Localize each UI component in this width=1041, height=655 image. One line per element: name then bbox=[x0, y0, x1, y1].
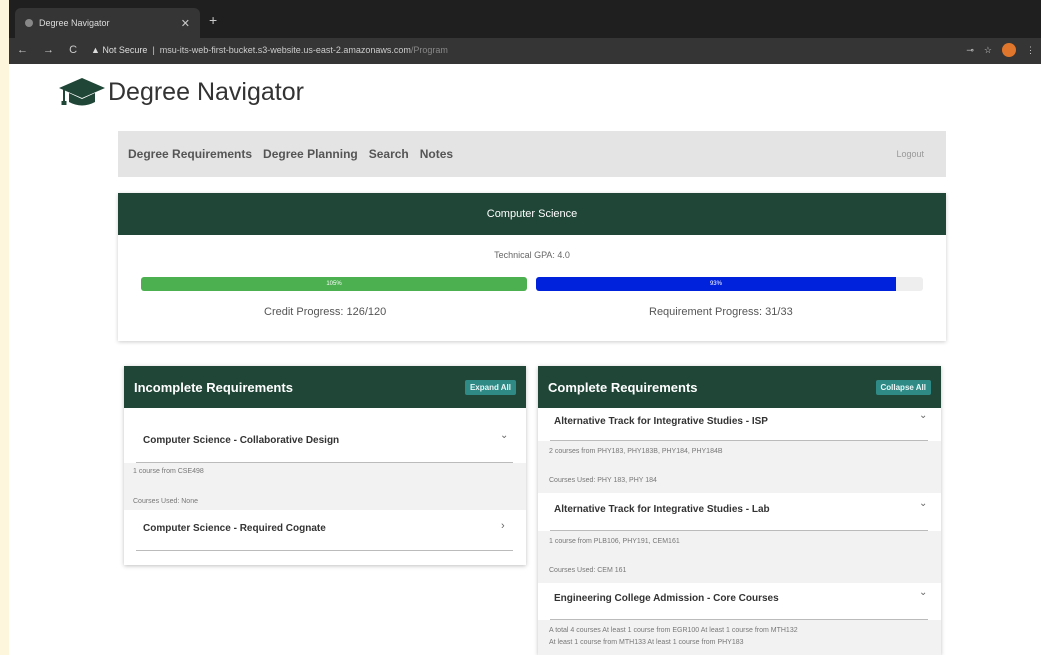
requirement-detail-continued: At least 1 course from MTH133 At least 1… bbox=[549, 639, 744, 646]
logout-link[interactable]: Logout bbox=[896, 149, 924, 159]
not-secure-label[interactable]: ▲ Not Secure bbox=[91, 45, 147, 55]
graduation-cap-icon bbox=[59, 78, 105, 106]
requirement-detail: 1 course from PLB106, PHY191, CEM161 bbox=[549, 538, 680, 545]
program-title: Computer Science bbox=[118, 193, 946, 235]
courses-used: Courses Used: None bbox=[133, 498, 198, 505]
nav-degree-planning[interactable]: Degree Planning bbox=[263, 147, 358, 161]
technical-gpa: Technical GPA: 4.0 bbox=[494, 250, 570, 260]
collapse-all-button[interactable]: Collapse All bbox=[875, 379, 931, 395]
toolbar-actions: ⊸ ☆ ⋮ bbox=[966, 43, 1035, 57]
main-navbar: Degree Requirements Degree Planning Sear… bbox=[118, 131, 946, 177]
requirement-toggle[interactable]: Computer Science - Collaborative Design bbox=[143, 435, 339, 446]
browser-nav-buttons[interactable]: ← → C bbox=[17, 44, 83, 56]
browser-window: Degree Navigator ✕ + ← → C ▲ Not Secure … bbox=[9, 0, 1041, 655]
url-host: msu-its-web-first-bucket.s3-website.us-e… bbox=[159, 45, 411, 55]
incomplete-panel-header: Incomplete Requirements Expand All bbox=[124, 366, 526, 408]
requirement-progress-fill: 93% bbox=[536, 277, 896, 291]
courses-used: Courses Used: PHY 183, PHY 184 bbox=[549, 477, 657, 484]
nav-notes[interactable]: Notes bbox=[420, 147, 453, 161]
chevron-down-icon[interactable]: ⌄ bbox=[919, 498, 927, 509]
nav-search[interactable]: Search bbox=[369, 147, 409, 161]
brand[interactable]: Degree Navigator bbox=[58, 75, 304, 109]
courses-used: Courses Used: CEM 161 bbox=[549, 567, 627, 574]
menu-icon[interactable]: ⋮ bbox=[1026, 45, 1035, 56]
complete-panel-title: Complete Requirements bbox=[548, 379, 698, 395]
chevron-down-icon[interactable]: ⌄ bbox=[500, 430, 508, 441]
address-bar[interactable]: ▲ Not Secure | msu-its-web-first-bucket.… bbox=[91, 45, 448, 55]
key-icon[interactable]: ⊸ bbox=[966, 45, 974, 56]
favicon-icon bbox=[25, 19, 33, 27]
complete-requirements-panel: Complete Requirements Collapse All Alter… bbox=[538, 366, 941, 655]
requirement-toggle[interactable]: Alternative Track for Integrative Studie… bbox=[554, 504, 770, 515]
requirement-detail: 2 courses from PHY183, PHY183B, PHY184, … bbox=[549, 448, 723, 455]
nav-degree-requirements[interactable]: Degree Requirements bbox=[128, 147, 252, 161]
browser-tab-bar: Degree Navigator ✕ + bbox=[9, 0, 1041, 38]
app-title: Degree Navigator bbox=[108, 77, 304, 106]
complete-panel-header: Complete Requirements Collapse All bbox=[538, 366, 941, 408]
requirement-progress-bar: 93% bbox=[536, 277, 923, 291]
divider bbox=[136, 550, 513, 551]
requirement-detail: 1 course from CSE498 bbox=[133, 468, 204, 475]
requirement-toggle[interactable]: Computer Science - Required Cognate bbox=[143, 523, 326, 534]
close-tab-icon[interactable]: ✕ bbox=[181, 17, 190, 30]
browser-tab-title: Degree Navigator bbox=[39, 18, 110, 28]
new-tab-icon[interactable]: + bbox=[209, 12, 217, 28]
credit-progress-bar: 105% bbox=[141, 277, 527, 291]
browser-tab[interactable]: Degree Navigator ✕ bbox=[15, 8, 200, 38]
star-icon[interactable]: ☆ bbox=[984, 45, 992, 56]
requirement-toggle[interactable]: Engineering College Admission - Core Cou… bbox=[554, 593, 779, 604]
incomplete-requirements-panel: Incomplete Requirements Expand All Compu… bbox=[124, 366, 526, 565]
chevron-down-icon[interactable]: ⌄ bbox=[919, 410, 927, 421]
requirement-detail-area bbox=[538, 620, 941, 655]
chevron-down-icon[interactable]: ⌄ bbox=[919, 587, 927, 598]
expand-all-button[interactable]: Expand All bbox=[464, 379, 516, 395]
requirement-progress-label: Requirement Progress: 31/33 bbox=[649, 306, 793, 318]
program-summary-card: Computer Science Technical GPA: 4.0 105%… bbox=[118, 193, 946, 341]
incomplete-panel-title: Incomplete Requirements bbox=[134, 379, 293, 395]
requirement-detail: A total 4 courses At least 1 course from… bbox=[549, 627, 798, 634]
credit-progress-label: Credit Progress: 126/120 bbox=[264, 306, 387, 318]
profile-avatar[interactable] bbox=[1002, 43, 1016, 57]
credit-progress-fill: 105% bbox=[141, 277, 527, 291]
requirement-toggle[interactable]: Alternative Track for Integrative Studie… bbox=[554, 416, 768, 427]
url-path: /Program bbox=[410, 45, 448, 55]
browser-toolbar: ← → C ▲ Not Secure | msu-its-web-first-b… bbox=[9, 38, 1041, 64]
chevron-right-icon[interactable]: › bbox=[501, 520, 505, 532]
